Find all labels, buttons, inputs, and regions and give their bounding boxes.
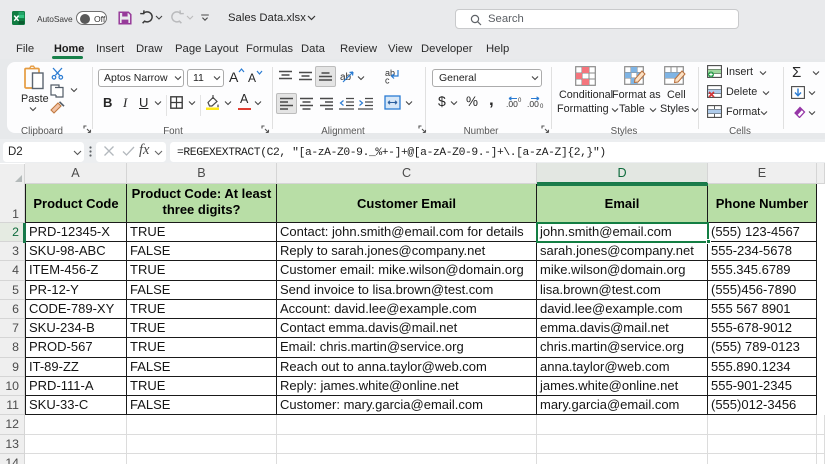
svg-text:c: c: [385, 76, 390, 85]
svg-text:0: 0: [518, 98, 522, 104]
svg-text:ab: ab: [340, 72, 352, 83]
svg-text:.00: .00: [527, 99, 539, 109]
svg-text:0: 0: [540, 104, 544, 109]
svg-text:.00: .00: [506, 99, 518, 109]
